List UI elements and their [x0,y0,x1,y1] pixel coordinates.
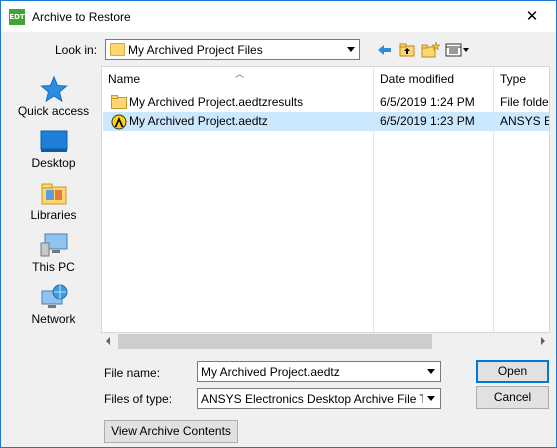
file-type: ANSYS Ele [500,114,549,128]
place-label: Quick access [17,104,90,118]
app-icon: EDT [9,9,25,25]
window-title: Archive to Restore [32,10,131,24]
place-libraries[interactable]: Libraries [9,174,98,226]
file-name-label: File name: [104,366,161,380]
file-name: My Archived Project.aedtzresults [129,95,304,109]
place-label: This PC [32,260,75,274]
look-in-label: Look in: [55,43,98,57]
scrollbar-thumb[interactable] [118,334,432,349]
place-network[interactable]: Network [9,278,98,330]
open-button[interactable]: Open [476,360,549,383]
files-of-type-combo[interactable]: ANSYS Electronics Desktop Archive File T… [197,388,441,409]
desktop-icon [39,127,69,155]
libraries-icon [39,179,69,207]
folder-icon [111,95,127,109]
place-label: Desktop [31,156,76,170]
look-in-value: My Archived Project Files [128,43,263,57]
file-name: My Archived Project.aedtz [129,114,268,128]
files-of-type-label: Files of type: [104,392,173,406]
place-this-pc[interactable]: This PC [9,226,98,278]
ansys-file-icon [111,114,127,130]
close-icon[interactable]: ✕ [517,4,547,28]
file-date: 6/5/2019 1:23 PM [380,114,475,128]
file-row-selected[interactable]: My Archived Project.aedtz 6/5/2019 1:23 … [103,112,549,131]
view-menu-icon[interactable] [445,41,471,59]
file-name-value: My Archived Project.aedtz [201,365,340,379]
look-in-dropdown-button[interactable] [342,40,359,59]
places-bar: Quick access Desktop Libraries This PC N… [9,66,98,333]
this-pc-icon [39,231,69,259]
scroll-right-icon[interactable] [541,337,545,345]
column-header-date[interactable]: Date modified [374,67,494,91]
file-list[interactable]: ︿ Name Date modified Type My Archived Pr… [101,66,550,333]
place-quick-access[interactable]: Quick access [9,70,98,122]
view-archive-contents-button[interactable]: View Archive Contents [104,420,238,443]
file-date: 6/5/2019 1:24 PM [380,95,475,109]
network-icon [39,283,69,311]
place-label: Network [31,312,76,326]
horizontal-scrollbar[interactable] [101,333,550,350]
file-row[interactable]: My Archived Project.aedtzresults 6/5/201… [103,93,549,112]
column-header-type[interactable]: Type [494,67,549,91]
place-desktop[interactable]: Desktop [9,122,98,174]
cancel-button[interactable]: Cancel [476,386,549,409]
files-of-type-dropdown-button[interactable] [423,389,440,408]
title-bar: EDT Archive to Restore ✕ [1,1,556,32]
file-name-dropdown-button[interactable] [423,362,440,381]
file-type: File folder [500,95,550,109]
column-header-name[interactable]: Name [102,67,374,91]
file-name-combo[interactable]: My Archived Project.aedtz [197,361,441,382]
folder-icon [110,43,125,56]
archive-dialog: EDT Archive to Restore ✕ Look in: My Arc… [0,0,557,448]
new-folder-icon[interactable] [421,41,441,59]
look-in-combo[interactable]: My Archived Project Files [105,39,360,60]
place-label: Libraries [30,208,77,222]
up-folder-icon[interactable] [398,41,418,59]
quick-access-star-icon [39,75,69,103]
back-arrow-icon[interactable] [376,41,396,59]
scroll-left-icon[interactable] [106,337,110,345]
files-of-type-value: ANSYS Electronics Desktop Archive File T… [201,392,423,406]
